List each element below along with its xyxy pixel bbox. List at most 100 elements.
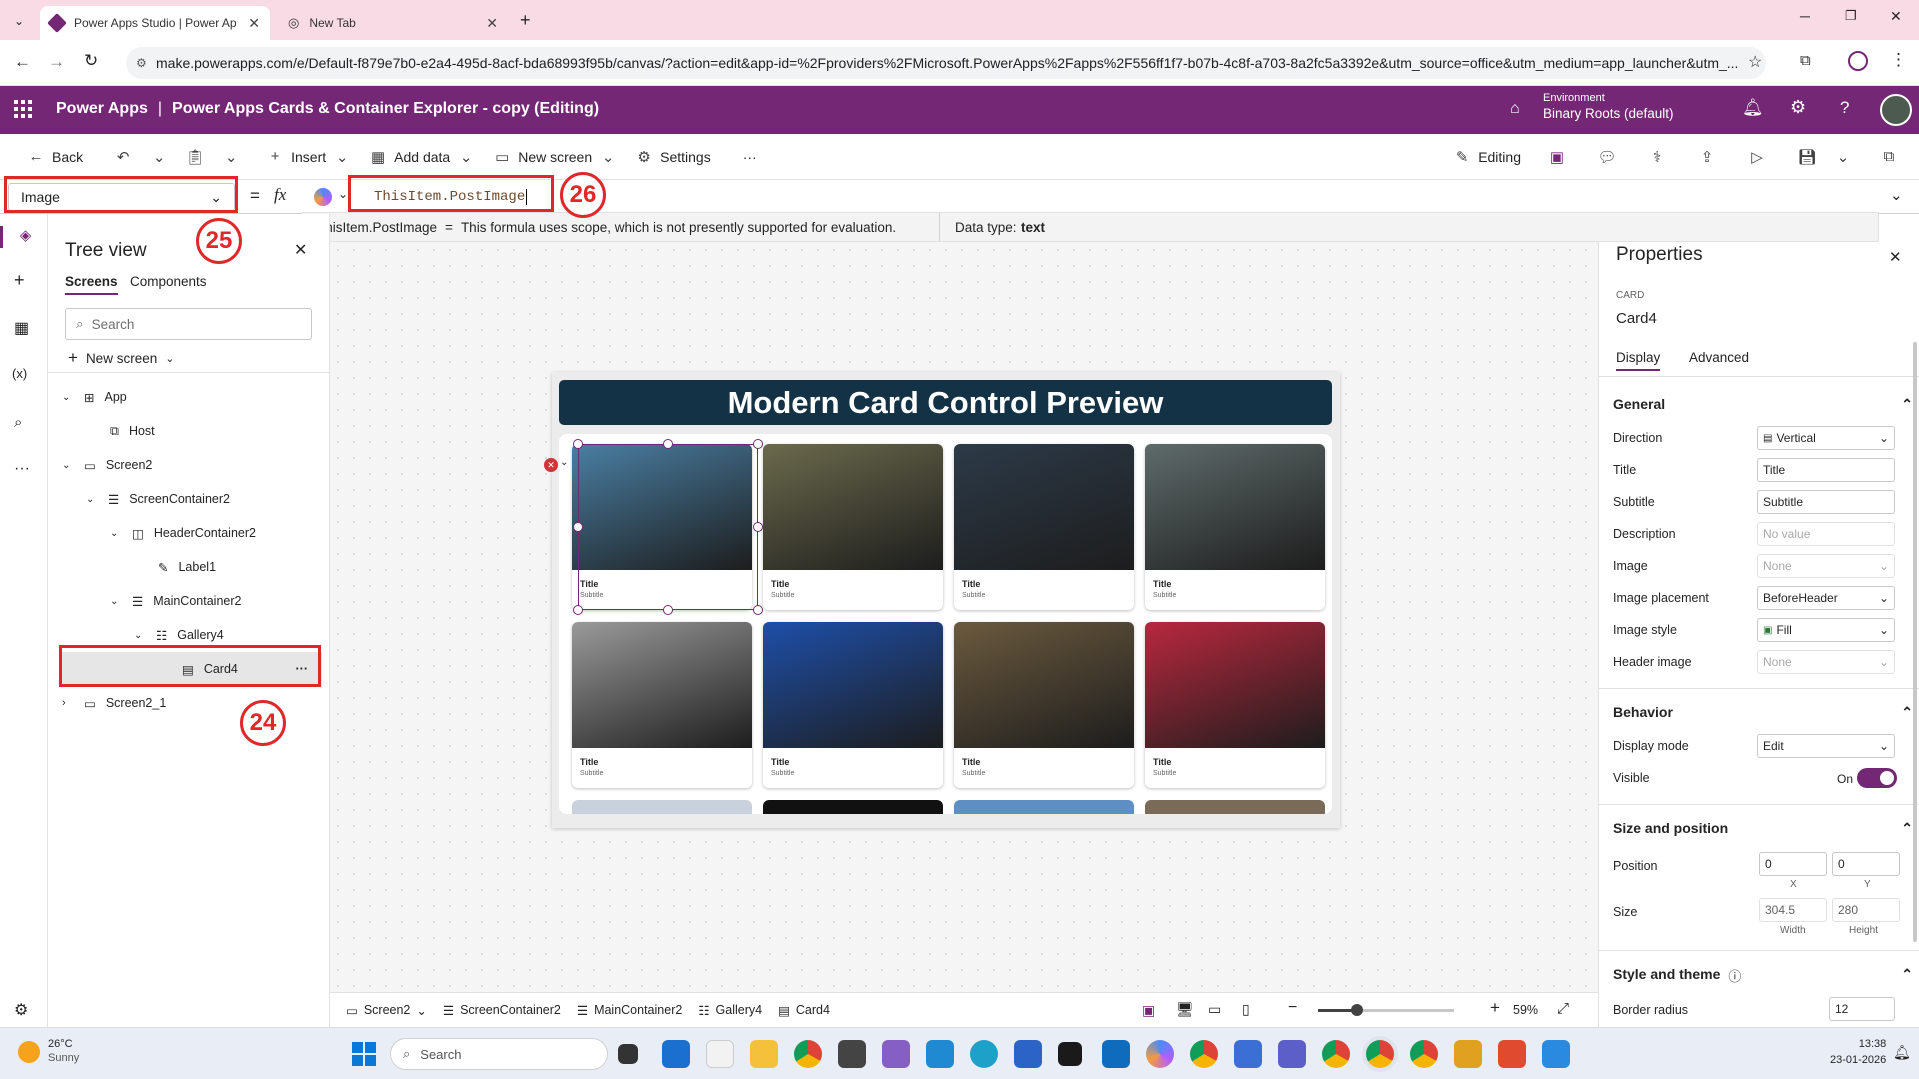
tab-new-tab[interactable]: ◎ New Tab ✕ [278,6,508,40]
tab-advanced[interactable]: Advanced [1689,350,1749,365]
publish-button[interactable]: ⧉ [1871,141,1907,173]
chrome-icon[interactable] [794,1040,822,1068]
file-explorer-icon[interactable] [750,1040,778,1068]
position-x-input[interactable]: 0 [1759,852,1827,876]
url-field[interactable]: ⚙ make.powerapps.com/e/Default-f879e7b0-… [126,47,1766,79]
insert-plus-icon[interactable]: + [14,270,25,291]
profile-icon[interactable] [1848,51,1868,71]
chrome-icon[interactable] [1322,1040,1350,1068]
tree-node-app[interactable]: ⌄ ⊞ App [62,380,322,414]
visual-studio-icon[interactable] [882,1040,910,1068]
section-size-position[interactable]: Size and position ⌃ [1613,820,1913,837]
gallery-card[interactable]: Title Subtitle [1145,444,1325,610]
panel-scrollbar[interactable] [1913,342,1917,942]
copilot-formula-icon[interactable] [314,188,332,206]
more-icon[interactable]: ··· [14,460,30,478]
share-button[interactable]: ⇪ [1689,141,1725,173]
hp-app-icon[interactable] [838,1040,866,1068]
clock[interactable]: 13:38 23-01-2026 [1830,1037,1886,1069]
task-view-icon[interactable] [618,1044,638,1064]
close-tab-icon[interactable]: ✕ [248,15,260,32]
crumb-card4[interactable]: ▤ Card4 [770,994,838,1026]
chrome-profile-icon[interactable] [1190,1040,1218,1068]
more-commands-button[interactable]: ··· [735,141,765,173]
desktop-preview-icon[interactable]: 🖥︎ [1176,1001,1194,1018]
vscode-icon[interactable] [926,1040,954,1068]
gallery-card-partial[interactable] [1145,800,1325,814]
new-tab-icon[interactable]: + [520,10,531,31]
copilot-button[interactable]: ▣ [1539,141,1575,173]
height-input[interactable]: 280 [1832,898,1900,922]
chrome-active-icon[interactable] [1366,1040,1394,1068]
resize-handle[interactable] [753,522,763,532]
extensions-icon[interactable]: ⧉ [1800,52,1811,69]
fit-to-window-icon[interactable]: ⤢ [1557,1000,1569,1017]
position-y-input[interactable]: 0 [1832,852,1900,876]
help-icon[interactable]: ? [1840,98,1849,118]
close-tab-icon[interactable]: ✕ [486,15,498,32]
data-table-icon[interactable]: ▦ [14,318,29,338]
width-input[interactable]: 304.5 [1759,898,1827,922]
back-button[interactable]: ← Back [18,141,91,173]
resize-handle[interactable] [663,439,673,449]
tab-components[interactable]: Components [130,274,207,289]
zoom-slider-thumb[interactable] [1351,1004,1363,1016]
undo-button[interactable]: ↶ [105,141,141,173]
taskbar-search[interactable]: ⌕ Search [390,1038,608,1070]
section-style-theme[interactable]: Style and theme ⓘ ⌃ [1613,966,1913,985]
tab-power-apps-studio[interactable]: Power Apps Studio | Power Ap ✕ [40,6,270,40]
image-dropdown[interactable]: None ⌄ [1757,554,1895,578]
design-canvas[interactable]: Modern Card Control Preview Title Subtitl… [330,242,1598,992]
notification-icon[interactable]: 🔔︎ [1893,1044,1911,1061]
preview-button[interactable]: ▷ [1739,141,1775,173]
error-icon[interactable]: ✕ [544,458,558,472]
tab-list-chevron-icon[interactable]: ⌄ [8,10,30,32]
add-data-button[interactable]: ▦ Add data ⌄ [360,141,484,173]
save-dropdown[interactable]: ⌄ [1825,141,1861,173]
gallery-card[interactable]: Title Subtitle [1145,622,1325,788]
settings-button[interactable]: ⚙ Settings [626,141,719,173]
crumb-maincontainer2[interactable]: ☰ MainContainer2 [569,994,690,1026]
tree-node-label1[interactable]: ✎ Label1 [158,550,322,584]
close-window-icon[interactable]: ✕ [1890,8,1902,25]
undo-dropdown[interactable]: ⌄ [141,141,177,173]
direction-dropdown[interactable]: ▤ Vertical ⌄ [1757,426,1895,450]
display-mode-dropdown[interactable]: Edit ⌄ [1757,734,1895,758]
image-placement-dropdown[interactable]: BeforeHeader ⌄ [1757,586,1895,610]
zoom-slider[interactable] [1318,1004,1454,1016]
edge-icon[interactable] [970,1040,998,1068]
resize-handle[interactable] [753,439,763,449]
tree-view-icon[interactable]: ◈ [0,226,48,248]
tree-node-screen2[interactable]: ⌄ ▭ Screen2 [62,448,322,482]
tab-display[interactable]: Display [1616,350,1661,371]
crumb-gallery4[interactable]: ☷ Gallery4 [690,994,770,1026]
amazon-icon[interactable] [706,1040,734,1068]
gallery-card[interactable]: Title Subtitle [763,444,943,610]
subtitle-input[interactable]: Subtitle [1757,490,1895,514]
comments-button[interactable]: 💬︎ [1589,141,1625,173]
user-avatar[interactable] [1880,94,1912,126]
image-style-dropdown[interactable]: ▣ Fill ⌄ [1757,618,1895,642]
crumb-screencontainer2[interactable]: ☰ ScreenContainer2 [435,994,569,1026]
tree-node-headercontainer2[interactable]: ⌄ ◫ HeaderContainer2 [110,516,322,550]
resize-handle[interactable] [573,605,583,615]
tree-node-host[interactable]: ⧉ Host [110,414,322,448]
resize-handle[interactable] [663,605,673,615]
resize-handle[interactable] [753,605,763,615]
dropbox-icon[interactable] [1058,1042,1082,1066]
weather-widget[interactable]: 26°C Sunny [18,1038,79,1066]
new-screen-button[interactable]: ▭ New screen ⌄ [484,141,626,173]
tree-node-screencontainer2[interactable]: ⌄ ☰ ScreenContainer2 [86,482,322,516]
reload-icon[interactable]: ↻ [84,51,98,71]
close-icon[interactable]: ✕ [1889,248,1902,266]
minimize-icon[interactable]: ─ [1800,8,1810,24]
zoom-in-icon[interactable]: + [1490,998,1500,1018]
variables-icon[interactable]: (x) [12,366,27,381]
restore-icon[interactable]: ❐ [1845,8,1857,24]
settings-icon[interactable]: ⚙ [14,1000,28,1020]
gallery-card[interactable]: Title Subtitle [572,622,752,788]
section-behavior[interactable]: Behavior ⌃ [1613,704,1913,721]
info-icon[interactable]: ⓘ [1728,966,1741,985]
resize-handle[interactable] [573,522,583,532]
environment-picker[interactable]: Environment Binary Roots (default) [1543,92,1674,123]
